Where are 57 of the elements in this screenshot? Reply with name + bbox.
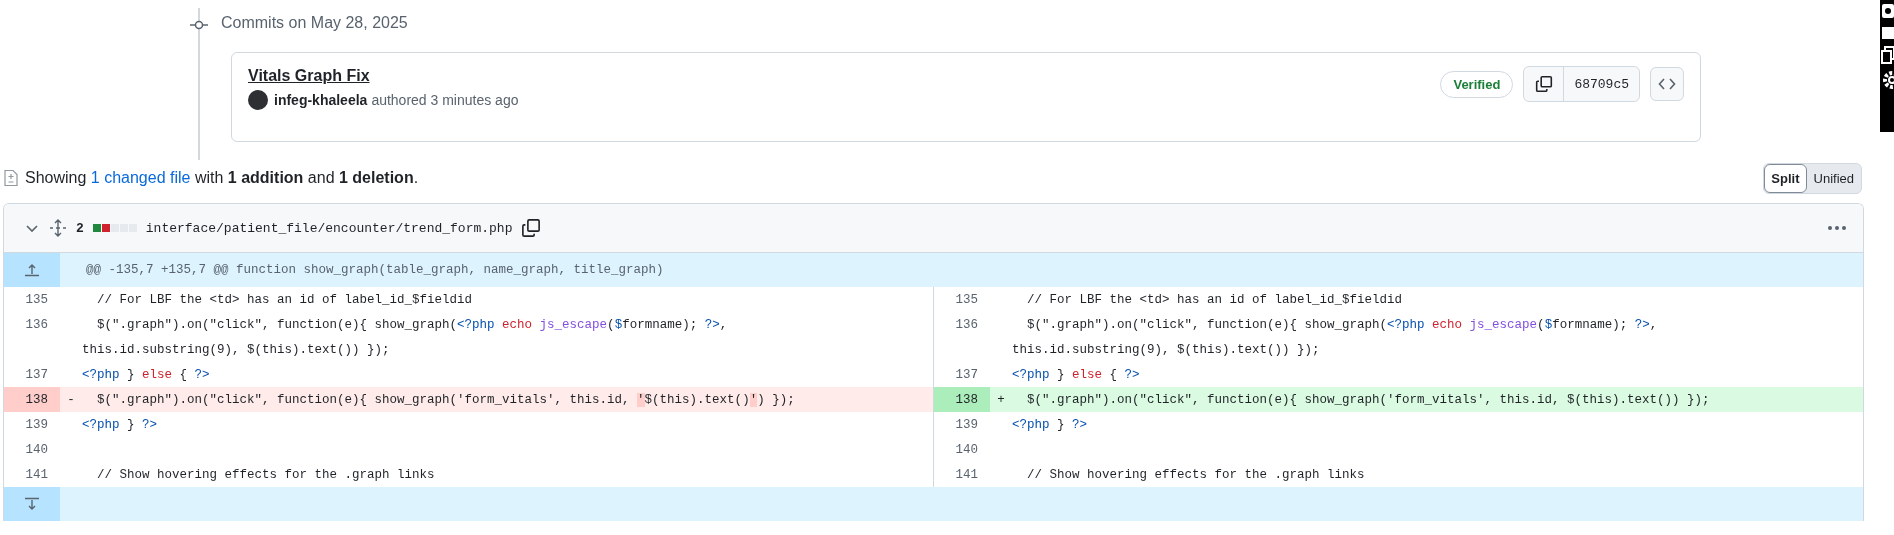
expand-up-icon xyxy=(24,263,40,277)
code-line: $(".graph").on("click", function(e){ show_graph('form_vitals', this.id, $(this).text()) }); xyxy=(1026,392,1710,407)
line-number[interactable]: 137 xyxy=(934,362,990,387)
line-number[interactable]: 135 xyxy=(934,287,990,312)
line-number[interactable]: 141 xyxy=(934,462,990,487)
hunk-header: @@ -135,7 +135,7 @@ function show_graph(table_graph, name_graph, title_graph) xyxy=(85,262,664,279)
code-line: $(".graph").on("click", function(e){ show_graph(<?php echo js_escape($formname); ?>, xyxy=(1026,317,1658,332)
code-line: <?php } else { ?> xyxy=(82,367,210,382)
line-number[interactable]: 140 xyxy=(4,437,60,462)
commit-title-link[interactable]: Vitals Graph Fix xyxy=(248,67,370,85)
line-number[interactable]: 136 xyxy=(4,312,60,337)
gear-icon[interactable] xyxy=(1880,69,1894,91)
square-icon[interactable] xyxy=(1880,25,1894,41)
expand-down-icon xyxy=(24,497,40,511)
code-line: // For LBF the <td> has an id of label_id_$fieldid xyxy=(1026,292,1403,307)
line-number[interactable]: 139 xyxy=(934,412,990,437)
code-line: this.id.substring(9), $(this).text()) }); xyxy=(82,342,390,357)
avatar[interactable] xyxy=(248,90,268,110)
camera-icon[interactable] xyxy=(1880,2,1894,20)
code-line: <?php } else { ?> xyxy=(1012,367,1140,382)
commit-icon xyxy=(190,20,208,30)
code-line: // Show hovering effects for the .graph links xyxy=(1026,467,1365,482)
code-line: <?php } ?> xyxy=(1012,417,1088,432)
view-mode-tab[interactable]: Unified xyxy=(1806,163,1861,193)
commits-date-heading: Commits on May 28, 2025 xyxy=(221,14,408,32)
copy-sha-button[interactable] xyxy=(1524,67,1565,101)
line-number[interactable]: 138 xyxy=(4,387,60,412)
line-number[interactable]: 138 xyxy=(934,387,990,412)
view-mode-tab[interactable]: Split xyxy=(1764,163,1807,193)
diff-marker: - xyxy=(67,392,75,407)
expand-all-icon[interactable] xyxy=(49,219,67,237)
copy-icon[interactable] xyxy=(1880,46,1894,64)
line-number[interactable]: 141 xyxy=(4,462,60,487)
code-icon xyxy=(1658,77,1676,91)
code-line: <?php } ?> xyxy=(82,417,158,432)
line-number[interactable]: 140 xyxy=(934,437,990,462)
code-line: this.id.substring(9), $(this).text()) }); xyxy=(1012,342,1320,357)
change-count: 2 xyxy=(76,220,84,236)
copy-icon xyxy=(1534,75,1553,93)
code-line: $(".graph").on("click", function(e){ show_graph(<?php echo js_escape($formname); ?>, xyxy=(96,317,728,332)
author-link[interactable]: infeg-khaleela xyxy=(274,92,368,108)
line-number[interactable]: 139 xyxy=(4,412,60,437)
code-line: // For LBF the <td> has an id of label_id_$fieldid xyxy=(96,292,473,307)
diff-marker: + xyxy=(997,392,1005,407)
summary-text: Showing 1 changed file with 1 addition and 1 deletion. xyxy=(25,169,419,187)
copy-icon[interactable] xyxy=(521,218,542,238)
more-options-icon[interactable] xyxy=(1827,225,1847,231)
code-line: // Show hovering effects for the .graph links xyxy=(96,467,435,482)
changed-files-link[interactable]: 1 changed file xyxy=(90,169,191,186)
line-number[interactable]: 137 xyxy=(4,362,60,387)
file-path[interactable]: interface/patient_file/encounter/trend_form.php xyxy=(145,220,513,236)
line-number[interactable]: 135 xyxy=(4,287,60,312)
commit-meta: authored 3 minutes ago xyxy=(371,92,519,108)
browse-code-button[interactable] xyxy=(1650,67,1684,101)
line-number[interactable]: 136 xyxy=(934,312,990,337)
file-diff-icon xyxy=(3,169,19,187)
code-line: $(".graph").on("click", function(e){ show_graph('form_vitals', this.id, '$(this).text()') }); xyxy=(96,392,795,407)
